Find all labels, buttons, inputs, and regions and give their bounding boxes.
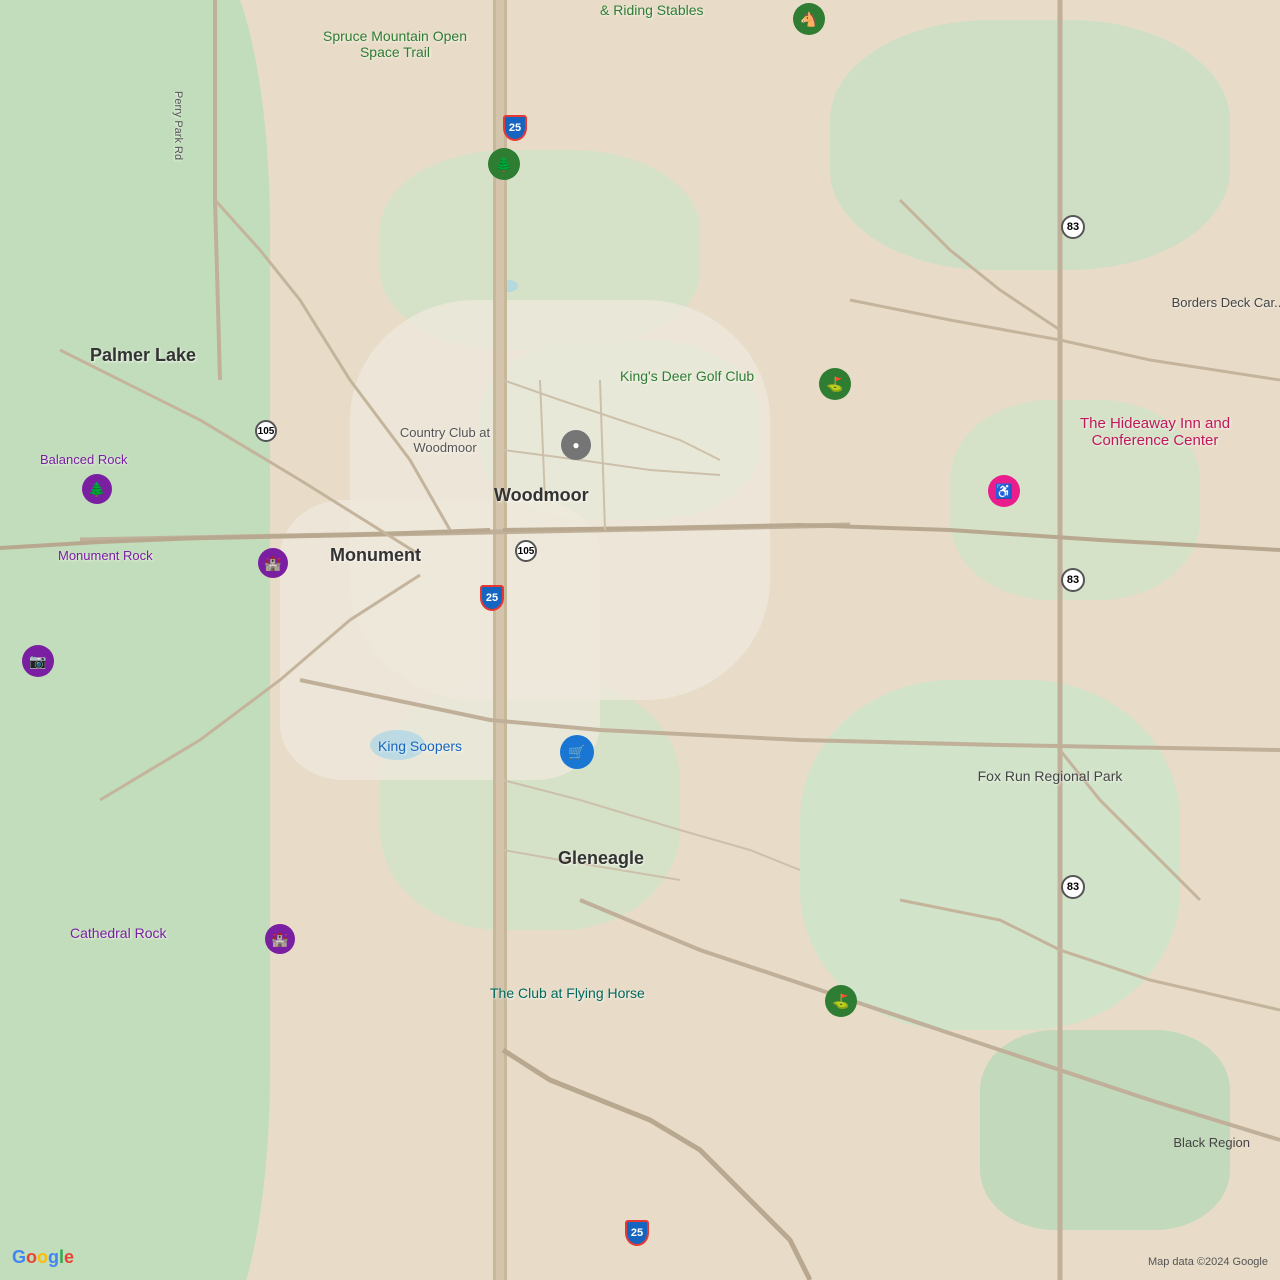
marker-camera[interactable]: 📷 xyxy=(22,645,54,677)
golf-icon-country-club: ● xyxy=(572,438,579,452)
shield-i25-bottom: 25 xyxy=(625,1220,649,1246)
tree-icon-balanced-rock: 🌲 xyxy=(88,481,105,498)
map-attribution: Map data ©2024 Google xyxy=(1148,1256,1268,1268)
shield-rt105-left: 105 xyxy=(255,420,277,442)
marker-riding-stables[interactable]: 🐴 xyxy=(793,3,825,35)
marker-flying-horse[interactable]: ⛳ xyxy=(825,985,857,1017)
golf-icon-flying-horse: ⛳ xyxy=(832,993,849,1010)
shield-i25-mid: 25 xyxy=(480,585,504,611)
camera-icon: 📷 xyxy=(29,653,46,670)
road-network xyxy=(0,0,1280,1280)
shield-rt83-top: 83 xyxy=(1061,215,1085,239)
marker-country-club[interactable]: ● xyxy=(561,430,591,460)
marker-monument-rock[interactable]: 🏰 xyxy=(258,548,288,578)
marker-hideaway-inn[interactable]: ♿ xyxy=(988,475,1020,507)
shield-rt83-bottom: 83 xyxy=(1061,875,1085,899)
shield-rt105-mid: 105 xyxy=(515,540,537,562)
marker-spruce-mountain[interactable]: 🌲 xyxy=(488,148,520,180)
castle-icon-cathedral: 🏰 xyxy=(271,931,288,948)
accessible-icon: ♿ xyxy=(995,483,1012,500)
golf-icon-kings-deer: ⛳ xyxy=(826,376,843,393)
tree-icon: 🌲 xyxy=(495,156,512,173)
shopping-icon: 🛒 xyxy=(568,744,585,761)
marker-kings-deer[interactable]: ⛳ xyxy=(819,368,851,400)
marker-king-soopers[interactable]: 🛒 xyxy=(560,735,594,769)
map-container[interactable]: 25 25 25 105 105 83 83 83 & Riding Stabl… xyxy=(0,0,1280,1280)
marker-cathedral-rock[interactable]: 🏰 xyxy=(265,924,295,954)
riding-stables-icon: 🐴 xyxy=(800,11,817,28)
shield-i25-top: 25 xyxy=(503,115,527,141)
shield-rt83-mid: 83 xyxy=(1061,568,1085,592)
marker-balanced-rock[interactable]: 🌲 xyxy=(82,474,112,504)
google-logo: Google xyxy=(12,1247,74,1268)
castle-icon-monument-rock: 🏰 xyxy=(264,555,281,572)
